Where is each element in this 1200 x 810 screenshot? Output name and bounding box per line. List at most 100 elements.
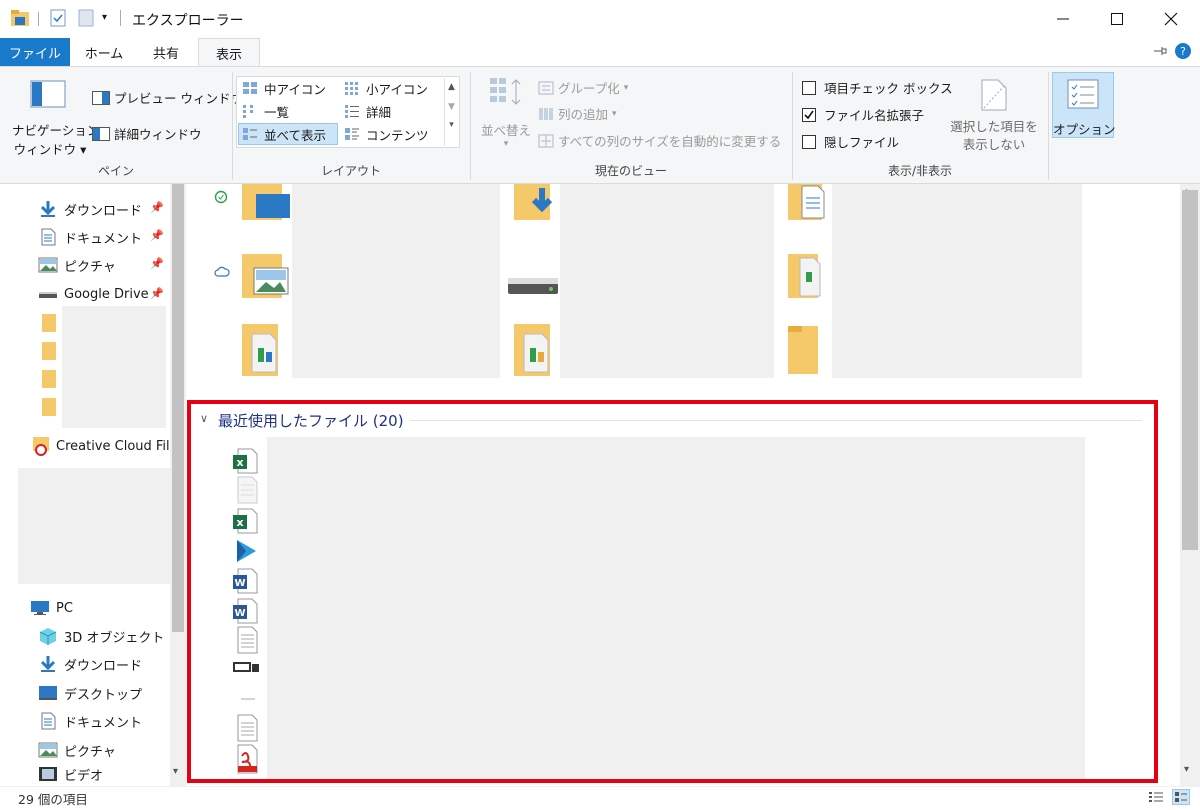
- nav-item-documents-pc[interactable]: ドキュメント: [38, 708, 142, 734]
- files-folder-icon[interactable]: [512, 322, 558, 378]
- item-checkboxes-toggle[interactable]: 項目チェック ボックス: [802, 78, 953, 97]
- plain-folder-icon[interactable]: [786, 324, 822, 376]
- add-columns-label: 列の追加: [558, 107, 609, 122]
- nav-item-downloads[interactable]: ダウンロード: [38, 196, 142, 222]
- group-by-button[interactable]: グループ化 ▾: [538, 78, 628, 97]
- tab-view[interactable]: 表示: [198, 38, 260, 67]
- nav-label: PC: [56, 600, 73, 616]
- details-pane-button[interactable]: 詳細ウィンドウ: [92, 124, 202, 143]
- size-all-columns-button[interactable]: すべての列のサイズを自動的に変更する: [538, 131, 781, 150]
- pictures-icon: [38, 742, 58, 758]
- nav-item-creative-cloud[interactable]: Creative Cloud File: [32, 433, 178, 459]
- nav-scrollbar[interactable]: ▾: [170, 184, 186, 786]
- nav-item-downloads-pc[interactable]: ダウンロード: [38, 651, 142, 677]
- layout-gallery-scroll[interactable]: ▲ ▼ ▾: [444, 78, 458, 146]
- window-title: エクスプローラー: [132, 13, 244, 29]
- add-columns-button[interactable]: 列の追加 ▾: [538, 104, 617, 123]
- documents-folder-icon[interactable]: [786, 184, 830, 224]
- content-scrollbar-thumb[interactable]: [1182, 190, 1198, 550]
- downloads-folder-icon[interactable]: [512, 184, 562, 224]
- pin-icon[interactable]: 📌: [150, 257, 164, 270]
- hide-selected-button[interactable]: 選択した項目を 表示しない: [944, 118, 1044, 154]
- help-icon[interactable]: ?: [1174, 42, 1192, 60]
- nav-item-pictures[interactable]: ピクチャ: [38, 252, 116, 278]
- scroll-down-icon[interactable]: ▼: [445, 102, 458, 112]
- nav-item-pictures-pc[interactable]: ピクチャ: [38, 737, 116, 763]
- pin-ribbon-icon[interactable]: [1152, 44, 1168, 58]
- item-checkboxes-checkbox[interactable]: [802, 80, 816, 95]
- nav-scrollbar-thumb[interactable]: [172, 184, 184, 632]
- layout-medium-label: 中アイコン: [264, 81, 326, 97]
- navigation-pane-label-1: ナビゲーション: [12, 123, 100, 138]
- folder-icon[interactable]: [42, 342, 56, 360]
- options-button[interactable]: オプション: [1052, 72, 1116, 138]
- hide-selected-icon[interactable]: [980, 78, 1008, 112]
- layout-details-label: 詳細: [366, 104, 392, 120]
- nav-item-videos[interactable]: ビデオ: [38, 764, 103, 784]
- file-extensions-toggle[interactable]: ファイル名拡張子: [802, 105, 924, 124]
- group-by-label: グループ化: [558, 81, 620, 96]
- navigation-pane-button[interactable]: ナビゲーション ウィンドウ ▾: [12, 120, 100, 158]
- ribbon-separator: [1048, 72, 1049, 180]
- nav-item-documents[interactable]: ドキュメント: [38, 224, 142, 250]
- scroll-down-icon[interactable]: ▾: [173, 766, 178, 777]
- svg-text:?: ?: [1180, 45, 1186, 58]
- redacted-tile: [292, 248, 500, 312]
- preview-pane-button[interactable]: プレビュー ウィンドウ: [92, 88, 243, 107]
- file-extensions-label: ファイル名拡張子: [824, 108, 925, 123]
- navigation-pane-icon[interactable]: [30, 80, 66, 108]
- tab-share[interactable]: 共有: [138, 38, 194, 66]
- nav-item-google-drive[interactable]: Google Drive: [38, 281, 149, 307]
- drive-icon[interactable]: [506, 274, 560, 300]
- desktop-folder-icon[interactable]: [240, 184, 292, 224]
- layout-details[interactable]: 詳細: [340, 100, 440, 122]
- pictures-folder-icon[interactable]: [240, 252, 292, 300]
- layout-small-icons[interactable]: 小アイコン: [340, 77, 440, 99]
- files-folder-icon[interactable]: [240, 322, 286, 378]
- redacted-tile: [560, 184, 774, 248]
- gallery-expand-icon[interactable]: ▾: [445, 120, 458, 130]
- details-view-icon[interactable]: [1148, 790, 1164, 804]
- document-icon: [41, 228, 56, 246]
- new-folder-icon[interactable]: [78, 9, 94, 27]
- size-columns-icon: [538, 134, 554, 147]
- add-columns-icon: [539, 107, 553, 120]
- folder-icon[interactable]: [42, 314, 56, 332]
- tab-file[interactable]: ファイル: [0, 38, 70, 66]
- redacted-tile: [560, 312, 774, 378]
- layout-tiles[interactable]: 並べて表示: [238, 123, 338, 145]
- close-button[interactable]: [1148, 0, 1194, 38]
- sort-by-button[interactable]: 並べ替え ▾: [478, 120, 534, 149]
- video-icon: [39, 767, 57, 781]
- properties-icon[interactable]: [50, 9, 66, 27]
- sort-by-icon[interactable]: [488, 76, 524, 112]
- hidden-items-toggle[interactable]: 隠しファイル: [802, 132, 899, 151]
- file-extensions-checkbox[interactable]: [802, 107, 816, 122]
- customize-qa-chevron-icon[interactable]: ▾: [102, 12, 107, 23]
- nav-label: Creative Cloud File: [56, 438, 178, 454]
- folder-icon[interactable]: [42, 398, 56, 416]
- group-by-icon: [538, 81, 554, 94]
- hidden-items-checkbox[interactable]: [802, 134, 816, 149]
- redacted-tile: [292, 184, 500, 248]
- pin-icon[interactable]: 📌: [150, 201, 164, 214]
- tab-home[interactable]: ホーム: [74, 38, 134, 66]
- nav-item-desktop[interactable]: デスクトップ: [38, 680, 142, 706]
- maximize-button[interactable]: [1094, 0, 1140, 38]
- scroll-down-icon[interactable]: ▾: [1184, 764, 1189, 775]
- scroll-up-icon[interactable]: ▲: [445, 82, 458, 92]
- folder-icon[interactable]: [42, 370, 56, 388]
- sync-ok-icon: [214, 190, 228, 204]
- nav-label: ピクチャ: [64, 744, 116, 760]
- pin-icon[interactable]: 📌: [150, 229, 164, 242]
- nav-item-this-pc[interactable]: PC: [30, 595, 73, 621]
- pin-icon[interactable]: 📌: [150, 287, 164, 300]
- nav-label: ダウンロード: [64, 203, 143, 219]
- excel-folder-icon[interactable]: [786, 252, 826, 300]
- layout-content[interactable]: コンテンツ: [340, 123, 440, 145]
- layout-medium-icons[interactable]: 中アイコン: [238, 77, 338, 99]
- layout-list[interactable]: 一覧: [238, 100, 338, 122]
- tiles-view-icon[interactable]: [1172, 789, 1190, 805]
- nav-item-3d-objects[interactable]: 3D オブジェクト: [38, 623, 164, 649]
- minimize-button[interactable]: [1040, 0, 1086, 38]
